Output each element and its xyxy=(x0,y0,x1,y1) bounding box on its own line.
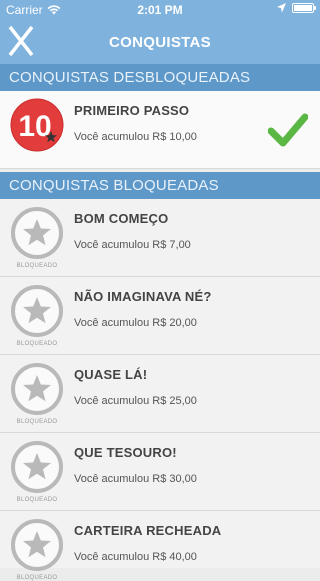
locked-star-icon xyxy=(11,519,63,571)
achievement-description: Você acumulou R$ 10,00 xyxy=(74,131,197,143)
locked-star-icon xyxy=(11,441,63,493)
achievement-row-locked[interactable]: BLOQUEADO NÃO IMAGINAVA NÉ? Você acumulo… xyxy=(0,277,320,355)
section-header-locked: CONQUISTAS BLOQUEADAS xyxy=(0,172,320,199)
locked-label: BLOQUEADO xyxy=(16,263,58,269)
achievement-row-locked[interactable]: BLOQUEADO BOM COMEÇO Você acumulou R$ 7,… xyxy=(0,199,320,277)
achievement-description: Você acumulou R$ 30,00 xyxy=(74,473,197,485)
locked-label: BLOQUEADO xyxy=(16,497,58,503)
locked-badge: BLOQUEADO xyxy=(10,284,64,347)
checkmark-icon xyxy=(268,113,308,147)
achievement-description: Você acumulou R$ 7,00 xyxy=(74,239,191,251)
location-icon xyxy=(277,3,286,13)
achievement-name: CARTEIRA RECHEADA xyxy=(74,523,222,538)
achievement-name: PRIMEIRO PASSO xyxy=(74,103,190,118)
battery-icon xyxy=(292,3,316,13)
page-title: CONQUISTAS xyxy=(109,34,211,51)
locked-label: BLOQUEADO xyxy=(16,575,58,581)
achievement-name: QUE TESOURO! xyxy=(74,445,177,460)
locked-label: BLOQUEADO xyxy=(16,419,58,425)
locked-star-icon xyxy=(11,363,63,415)
locked-label: BLOQUEADO xyxy=(16,341,58,347)
status-time: 2:01 PM xyxy=(137,3,183,17)
achievement-badge-number: 10 xyxy=(18,110,51,143)
achievement-row-locked[interactable]: BLOQUEADO QUASE LÁ! Você acumulou R$ 25,… xyxy=(0,355,320,433)
achievement-description: Você acumulou R$ 40,00 xyxy=(74,551,197,563)
locked-star-icon xyxy=(11,285,63,337)
achievement-row-locked[interactable]: BLOQUEADO QUE TESOURO! Você acumulou R$ … xyxy=(0,433,320,511)
status-bar: Carrier 2:01 PM xyxy=(0,0,320,20)
achievement-badge-icon: 10 xyxy=(10,98,64,152)
achievement-row-locked[interactable]: BLOQUEADO CARTEIRA RECHEADA Você acumulo… xyxy=(0,511,320,581)
locked-badge: BLOQUEADO xyxy=(10,362,64,425)
achievement-row-unlocked[interactable]: 10 PRIMEIRO PASSO Você acumulou R$ 10,00 xyxy=(0,91,320,169)
achievement-description: Você acumulou R$ 20,00 xyxy=(74,317,197,329)
achievement-name: BOM COMEÇO xyxy=(74,211,169,226)
status-right xyxy=(277,3,316,13)
achievement-name: QUASE LÁ! xyxy=(74,367,148,382)
achievement-name: NÃO IMAGINAVA NÉ? xyxy=(74,289,212,304)
locked-badge: BLOQUEADO xyxy=(10,206,64,269)
locked-badge: BLOQUEADO xyxy=(10,518,64,581)
nav-bar: CONQUISTAS xyxy=(0,20,320,64)
locked-star-icon xyxy=(11,207,63,259)
section-header-unlocked: CONQUISTAS DESBLOQUEADAS xyxy=(0,64,320,91)
achievement-description: Você acumulou R$ 25,00 xyxy=(74,395,197,407)
locked-badge: BLOQUEADO xyxy=(10,440,64,503)
